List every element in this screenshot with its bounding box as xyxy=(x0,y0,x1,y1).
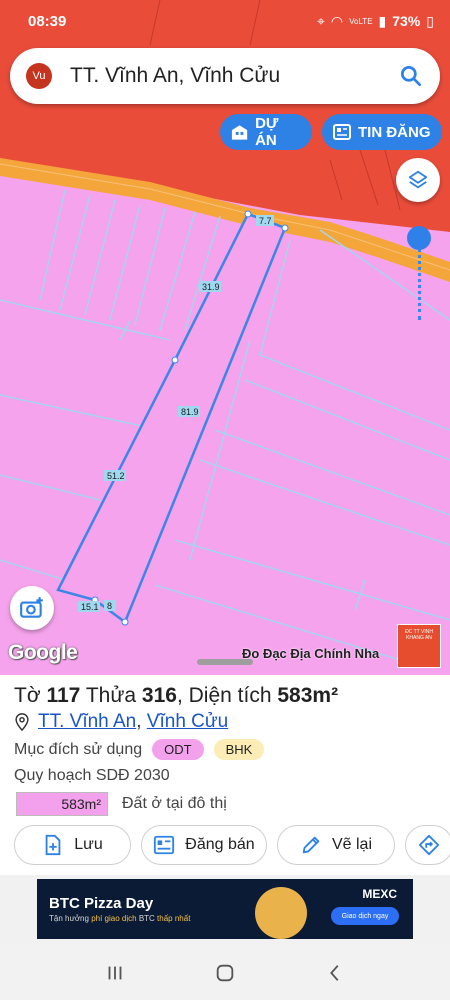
du-an-button[interactable]: DỰ ÁN xyxy=(220,114,312,150)
ad-brand: MEXC xyxy=(362,887,397,901)
back-icon[interactable] xyxy=(324,962,346,984)
add-file-icon xyxy=(45,834,61,856)
panel-drag-handle[interactable] xyxy=(197,659,253,665)
layers-icon xyxy=(408,170,428,189)
system-nav-bar xyxy=(0,945,450,1000)
volte-icon: VoLTE xyxy=(349,16,373,26)
search-title[interactable]: TT. Vĩnh An, Vĩnh Cửu xyxy=(70,64,398,88)
badge-bhk[interactable]: BHK xyxy=(213,739,265,760)
google-logo: Google xyxy=(8,641,78,664)
status-bar: 08:39 ⌖ ◠ VoLTE ▮ 73% ▯ xyxy=(0,0,450,42)
newspaper-icon xyxy=(154,835,175,855)
recent-apps-icon[interactable] xyxy=(104,962,126,984)
newspaper-icon xyxy=(333,124,351,140)
tin-dang-label: TIN ĐĂNG xyxy=(358,123,431,141)
parcel-location: TT. Vĩnh An, Vĩnh Cửu xyxy=(14,711,228,733)
brand-logo[interactable]: ĐC TT VINH KHANG AN xyxy=(397,624,441,668)
plan-area-value: 583m² xyxy=(16,792,108,816)
tin-dang-button[interactable]: TIN ĐĂNG xyxy=(322,114,442,150)
badge-odt[interactable]: ODT xyxy=(152,739,204,760)
ad-title: BTC Pizza Day xyxy=(49,895,154,912)
location-icon: ⌖ xyxy=(317,12,325,29)
map-watermark: Đo Đạc Địa Chính Nha xyxy=(242,646,380,661)
du-an-label: DỰ ÁN xyxy=(255,115,279,149)
edge-label: 8 xyxy=(107,601,112,611)
parcel-area: 583m² xyxy=(277,684,339,707)
sheet-number: 117 xyxy=(46,684,81,707)
search-icon[interactable] xyxy=(398,63,424,89)
edge-label: 15.1 xyxy=(81,602,99,612)
camera-button[interactable] xyxy=(10,586,54,630)
directions-button[interactable] xyxy=(405,825,450,865)
save-button[interactable]: Lưu xyxy=(14,825,131,865)
plan-area-row: 583m² Đất ở tại đô thị xyxy=(16,792,227,816)
home-icon[interactable] xyxy=(214,962,236,984)
pizza-image xyxy=(255,887,307,939)
edge-label: 81.9 xyxy=(181,407,199,417)
battery-icon: 73% xyxy=(392,13,421,29)
edge-label: 7.7 xyxy=(259,216,272,226)
pen-icon xyxy=(302,836,320,854)
parcel-number: 316 xyxy=(141,684,177,707)
post-sale-button[interactable]: Đăng bán xyxy=(141,825,267,865)
ad-banner[interactable]: BTC Pizza Day Tận hưởng phí giao dịch BT… xyxy=(37,879,413,939)
land-use-purpose: Mục đích sử dụng ODT BHK xyxy=(14,739,265,760)
battery-glyph: ▯ xyxy=(426,12,434,29)
location-pin-icon xyxy=(15,713,29,731)
directions-icon xyxy=(418,834,440,856)
action-bar: Lưu Đăng bán Vẽ lại xyxy=(14,825,450,865)
building-icon xyxy=(231,125,248,140)
edge-label: 51.2 xyxy=(107,471,125,481)
opacity-slider-track[interactable] xyxy=(418,242,421,320)
plan-label: Quy hoạch SDĐ 2030 xyxy=(14,767,170,784)
ad-subtitle: Tận hưởng phí giao dịch BTC thấp nhất xyxy=(49,914,191,923)
opacity-slider-knob[interactable] xyxy=(407,226,431,250)
signal-icon: ▮ xyxy=(378,12,387,29)
parcel-info-panel: Tờ 117 Thửa 316, Diện tích 583m² TT. Vĩn… xyxy=(0,675,450,875)
town-link[interactable]: TT. Vĩnh An xyxy=(38,711,136,732)
brand-logo-text: ĐC TT VINH KHANG AN xyxy=(405,629,433,641)
status-icons: ⌖ ◠ VoLTE ▮ 73% ▯ xyxy=(317,13,434,30)
parcel-title: Tờ 117 Thửa 316, Diện tích 583m² xyxy=(14,684,339,707)
avatar[interactable]: Vu xyxy=(26,63,52,89)
district-link[interactable]: Vĩnh Cửu xyxy=(147,711,228,732)
ad-cta-button[interactable]: Giao dịch ngay xyxy=(331,907,399,925)
wifi-icon: ◠ xyxy=(330,12,344,29)
layers-button[interactable] xyxy=(396,158,440,202)
redraw-button[interactable]: Vẽ lại xyxy=(277,825,395,865)
plan-area-desc: Đất ở tại đô thị xyxy=(122,795,227,812)
status-time: 08:39 xyxy=(28,12,67,30)
camera-add-icon xyxy=(20,597,43,618)
search-bar[interactable]: Vu TT. Vĩnh An, Vĩnh Cửu xyxy=(10,48,440,104)
edge-label: 31.9 xyxy=(202,282,220,292)
